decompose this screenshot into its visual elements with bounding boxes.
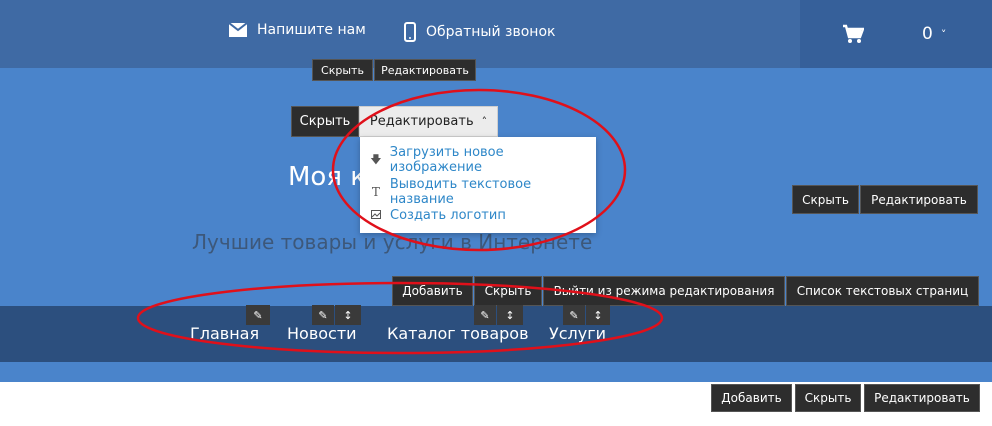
footer-add-button[interactable]: Добавить <box>711 384 792 412</box>
move-vertical-icon[interactable]: ↕ <box>586 305 610 325</box>
image-edit-button[interactable]: Редактировать ˄ <box>359 106 498 137</box>
nav-item-news[interactable]: Новости <box>287 324 357 343</box>
pencil-icon[interactable]: ✎ <box>246 305 270 325</box>
pencil-icon[interactable]: ✎ <box>312 305 334 325</box>
menu-add-button[interactable]: Добавить <box>392 276 473 306</box>
write-us-link[interactable]: Напишите нам <box>229 22 366 38</box>
pencil-icon[interactable]: ✎ <box>563 305 585 325</box>
nav-item-services[interactable]: Услуги <box>549 324 606 343</box>
image-hide-button[interactable]: Скрыть <box>291 106 359 137</box>
callback-label: Обратный звонок <box>426 24 556 40</box>
callback-link[interactable]: Обратный звонок <box>404 22 555 42</box>
nav-bottom-strip <box>0 362 992 382</box>
cart-icon[interactable] <box>842 24 864 44</box>
footer-edit-button[interactable]: Редактировать <box>864 384 980 412</box>
move-vertical-icon[interactable]: ↕ <box>497 305 523 325</box>
write-us-label: Напишите нам <box>257 22 366 38</box>
cart-area[interactable] <box>800 0 992 68</box>
image-edit-label: Редактировать <box>369 114 474 129</box>
logo-edit-button[interactable]: Редактировать <box>374 59 476 81</box>
create-logo-item[interactable]: Создать логотип <box>370 208 506 223</box>
pencil-icon[interactable]: ✎ <box>474 305 496 325</box>
chevron-up-icon: ˄ <box>481 115 488 128</box>
upload-image-label: Загрузить новое изображение <box>389 145 504 175</box>
move-vertical-icon[interactable]: ↕ <box>335 305 361 325</box>
chevron-down-icon: ˅ <box>940 27 947 41</box>
exit-edit-mode-button[interactable]: Выйти из режима редактирования <box>543 276 785 306</box>
upload-image-item[interactable]: 🡇 Загрузить новое изображение <box>370 145 596 175</box>
footer-hide-button[interactable]: Скрыть <box>795 384 861 412</box>
menu-hide-button[interactable]: Скрыть <box>474 276 542 306</box>
image-edit-dropdown: 🡇 Загрузить новое изображение T Выводить… <box>360 137 596 233</box>
text-title-item[interactable]: T Выводить текстовое название <box>370 177 596 207</box>
image-icon <box>370 209 382 222</box>
site-title[interactable]: Моя к <box>288 162 366 192</box>
hero-edit-button[interactable]: Редактировать <box>860 185 978 214</box>
phone-icon <box>404 22 416 42</box>
envelope-icon <box>229 23 247 37</box>
text-title-label: Выводить текстовое название <box>389 177 532 207</box>
logo-hide-button[interactable]: Скрыть <box>312 59 373 81</box>
create-logo-label: Создать логотип <box>390 208 506 223</box>
cart-count-dropdown[interactable]: 0 ˅ <box>922 24 946 44</box>
download-icon: 🡇 <box>370 152 382 166</box>
text-pages-list-button[interactable]: Список текстовых страниц <box>786 276 979 306</box>
cart-count: 0 <box>922 24 933 44</box>
nav-item-catalog[interactable]: Каталог товаров <box>387 324 529 343</box>
nav-item-home[interactable]: Главная <box>190 324 259 343</box>
text-icon: T <box>371 185 380 199</box>
hero-hide-button[interactable]: Скрыть <box>792 185 859 214</box>
site-slogan[interactable]: Лучшие товары и услуги в Интернете <box>192 230 592 254</box>
